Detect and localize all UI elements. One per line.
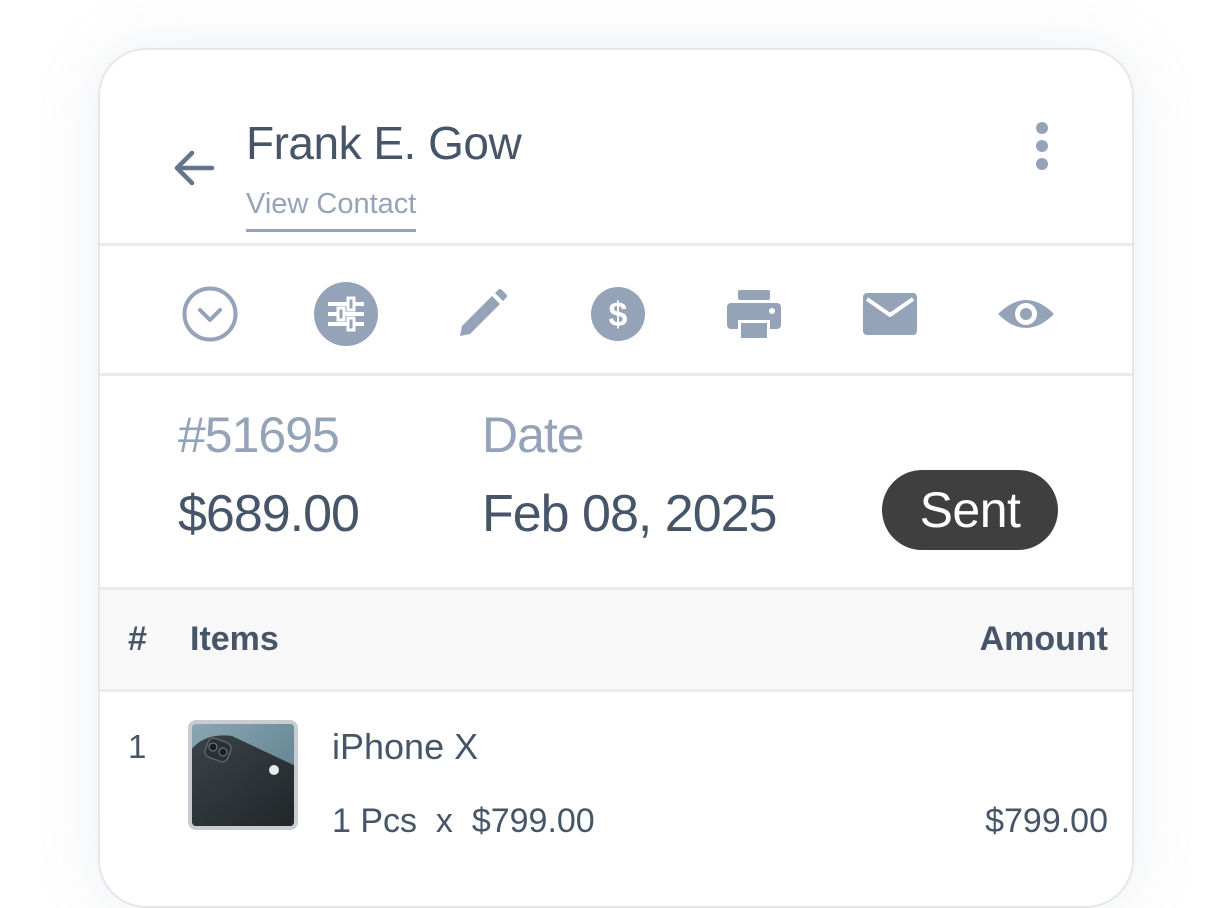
- invoice-date: Feb 08, 2025: [482, 485, 777, 543]
- arrow-left-icon: [174, 150, 215, 186]
- printer-icon: [727, 290, 781, 340]
- action-toolbar: $: [100, 246, 1132, 376]
- row-number: 1: [128, 728, 147, 765]
- column-header-number: #: [128, 620, 147, 658]
- invoice-card: Frank E. Gow View Contact $ #51695 $689.…: [98, 48, 1134, 908]
- preview-button[interactable]: [994, 282, 1058, 346]
- mail-icon: [863, 293, 917, 335]
- sliders-icon: [314, 282, 378, 346]
- status-dropdown-button[interactable]: [178, 282, 242, 346]
- chevron-down-circle-icon: [182, 286, 238, 342]
- item-name: iPhone X: [332, 726, 479, 767]
- record-payment-button[interactable]: $: [586, 282, 650, 346]
- column-header-amount: Amount: [979, 620, 1108, 658]
- print-button[interactable]: [722, 282, 786, 346]
- invoice-amount: $689.00: [178, 485, 360, 543]
- eye-icon: [998, 300, 1054, 328]
- items-table-header: # Items Amount: [100, 590, 1132, 692]
- product-thumbnail: [188, 720, 298, 830]
- invoice-header: Frank E. Gow View Contact: [100, 50, 1132, 246]
- pencil-icon: [460, 289, 507, 336]
- back-button[interactable]: [168, 142, 220, 194]
- edit-button[interactable]: [450, 282, 514, 346]
- view-contact-link[interactable]: View Contact: [246, 188, 417, 232]
- invoice-number: #51695: [178, 407, 340, 463]
- status-badge: Sent: [882, 470, 1058, 550]
- contact-name: Frank E. Gow: [246, 117, 522, 169]
- table-row[interactable]: 1 iPhone X 1 Pcs x $799.00 $799.00: [100, 692, 1132, 906]
- dollar-icon: $: [591, 287, 645, 341]
- send-email-button[interactable]: [858, 282, 922, 346]
- more-vertical-icon: [1036, 122, 1048, 134]
- item-quantity-price: 1 Pcs x $799.00: [332, 802, 595, 840]
- item-amount: $799.00: [985, 802, 1108, 840]
- invoice-summary: #51695 $689.00 Date Feb 08, 2025 Sent: [100, 376, 1132, 590]
- adjust-button[interactable]: [314, 282, 378, 346]
- more-options-button[interactable]: [1024, 122, 1060, 170]
- svg-text:$: $: [609, 296, 628, 334]
- date-label: Date: [482, 407, 585, 463]
- column-header-items: Items: [190, 620, 279, 658]
